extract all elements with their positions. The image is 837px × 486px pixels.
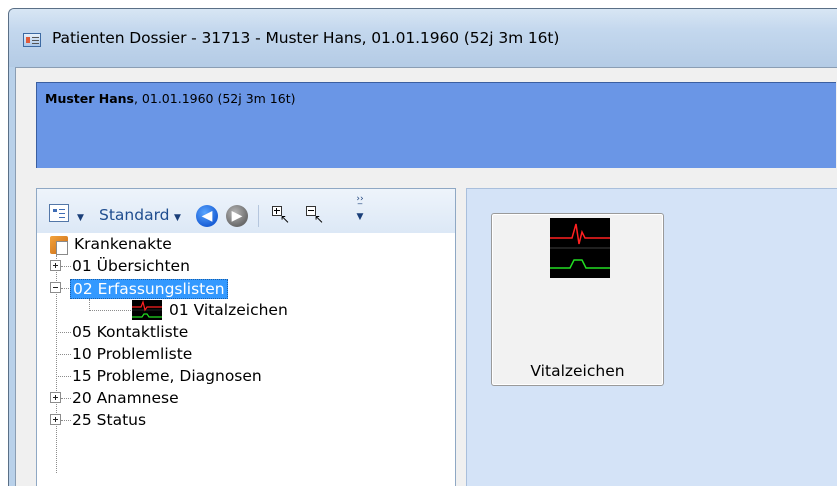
app-window: Patienten Dossier - 31713 - Muster Hans,… (8, 8, 837, 486)
tree-item-probleme-diagnosen[interactable]: 15 Probleme, Diagnosen (37, 365, 457, 387)
expand-icon[interactable] (50, 414, 61, 425)
forward-arrow-icon[interactable]: ▶ (226, 205, 248, 227)
tree-connector (56, 332, 71, 333)
tree-item-label: 01 Vitalzeichen (169, 301, 288, 319)
tree-item-label: 05 Kontaktliste (72, 323, 189, 341)
tree-toolbar: ▼ Standard ▼ ◀ ▶ ↖ ↖ ›› ‾ ▼ (37, 189, 455, 233)
tile-label: Vitalzeichen (530, 362, 625, 380)
tree-view-icon[interactable] (49, 204, 69, 222)
collapse-all-icon[interactable]: ↖ (304, 204, 326, 226)
window-title: Patienten Dossier - 31713 - Muster Hans,… (52, 29, 560, 47)
toolbar-separator (258, 205, 259, 227)
patient-header: Muster Hans, 01.01.1960 (52j 3m 16t) (36, 82, 836, 168)
tree-item-label: Krankenakte (74, 235, 172, 253)
expand-icon[interactable] (50, 260, 61, 271)
tree-item-uebersichten[interactable]: 01 Übersichten (37, 255, 457, 277)
patient-name: Muster Hans (45, 91, 134, 106)
tree-item-label: 10 Problemliste (72, 345, 193, 363)
navigation-panel: ▼ Standard ▼ ◀ ▶ ↖ ↖ ››‾▼ Krankenakte (36, 188, 456, 486)
expand-icon[interactable] (50, 392, 61, 403)
toolbar-overflow-icon[interactable]: ›› ‾ ▼ (354, 195, 366, 229)
medical-record-icon (50, 236, 68, 255)
title-bar[interactable]: Patienten Dossier - 31713 - Muster Hans,… (9, 9, 837, 67)
tree-connector (56, 376, 71, 377)
tree-item-anamnese[interactable]: 20 Anamnese (37, 387, 457, 409)
tree-connector (56, 354, 71, 355)
tree-item-label: 15 Probleme, Diagnosen (72, 367, 262, 385)
standard-dropdown[interactable]: Standard (99, 205, 170, 225)
back-arrow-icon[interactable]: ◀ (196, 205, 218, 227)
app-icon (23, 33, 41, 47)
standard-dropdown-arrow-icon[interactable]: ▼ (174, 208, 181, 228)
tree-item-erfassungslisten[interactable]: 02 Erfassungslisten (37, 277, 457, 299)
tree-item-label: 02 Erfassungslisten (70, 279, 228, 299)
tree-item-vitalzeichen[interactable]: 01 Vitalzeichen (37, 299, 457, 321)
view-dropdown-arrow-icon[interactable]: ▼ (77, 208, 84, 228)
vital-signs-icon (132, 300, 162, 320)
content-panel: Vitalzeichen (466, 188, 837, 486)
tree-item-label: 01 Übersichten (72, 257, 190, 275)
tree-item-problemliste[interactable]: 10 Problemliste (37, 343, 457, 365)
vitalzeichen-tile[interactable]: Vitalzeichen (491, 213, 664, 386)
tree-item-status[interactable]: 25 Status (37, 409, 457, 431)
vital-signs-icon (550, 218, 610, 278)
patient-name-line: Muster Hans, 01.01.1960 (52j 3m 16t) (45, 91, 296, 106)
collapse-icon[interactable] (50, 282, 61, 293)
tree-item-root[interactable]: Krankenakte (37, 233, 457, 255)
client-area: Muster Hans, 01.01.1960 (52j 3m 16t) ▼ S… (15, 67, 837, 486)
tree-item-label: 25 Status (72, 411, 147, 429)
tree-connector (89, 310, 131, 311)
patient-details: , 01.01.1960 (52j 3m 16t) (133, 91, 296, 106)
tree-item-label: 20 Anamnese (72, 389, 179, 407)
expand-all-icon[interactable]: ↖ (270, 204, 292, 226)
tree-item-kontaktliste[interactable]: 05 Kontaktliste (37, 321, 457, 343)
